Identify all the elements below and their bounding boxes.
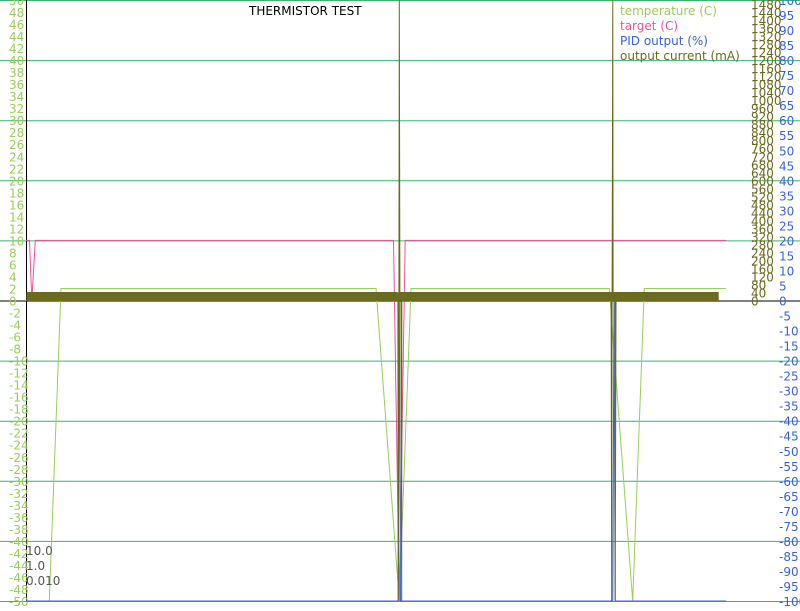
pid-tick-label: 10 — [779, 264, 794, 278]
pid-tick-label: -15 — [779, 340, 799, 354]
pid-tick-label: 75 — [779, 69, 794, 83]
chart: 5048464442403836343230282624222018161412… — [0, 0, 800, 609]
pid-axis-ticks: 1009590858075706560555045403530252015105… — [779, 0, 800, 609]
temperature-tick-label: -50 — [9, 595, 29, 609]
plot-area — [26, 0, 726, 602]
pid-tick-label: -40 — [779, 415, 799, 429]
series-line — [26, 288, 726, 602]
pid-tick-label: -75 — [779, 520, 799, 534]
pid-tick-label: -45 — [779, 430, 799, 444]
pid-tick-label: -90 — [779, 565, 799, 579]
pid-tick-label: 40 — [779, 174, 794, 188]
pid-tick-label: -100 — [779, 595, 800, 609]
current-axis-ticks: 1480144014001360132012801240120011601120… — [751, 0, 782, 309]
pid-tick-label: -35 — [779, 400, 799, 414]
pid-tick-label: 20 — [779, 234, 794, 248]
legend-item-pid: PID output (%) — [620, 34, 708, 48]
pid-tick-label: -55 — [779, 460, 799, 474]
pid-tick-label: -80 — [779, 535, 799, 549]
pid-tick-label: 55 — [779, 129, 794, 143]
pid-tick-label: 100 — [779, 0, 800, 8]
pid-tick-label: 95 — [779, 9, 794, 23]
pid-tick-label: -10 — [779, 325, 799, 339]
pid-tick-label: 25 — [779, 219, 794, 233]
pid-tick-label: 70 — [779, 84, 794, 98]
pid-tick-label: -95 — [779, 580, 799, 594]
pid-tick-label: 85 — [779, 39, 794, 53]
pid-tick-label: -5 — [779, 310, 791, 324]
gain-p: 10.0 — [26, 544, 53, 558]
gain-i: 1.0 — [26, 559, 46, 573]
temperature-axis-ticks: 5048464442403836343230282624222018161412… — [9, 0, 29, 609]
pid-tick-label: -30 — [779, 385, 799, 399]
pid-tick-label: 30 — [779, 204, 794, 218]
legend-item-current: output current (mA) — [620, 49, 740, 63]
pid-tick-label: 15 — [779, 249, 794, 263]
legend-item-temperature: temperature (C) — [620, 4, 717, 18]
pid-tick-label: -50 — [779, 445, 799, 459]
legend: temperature (C) target (C) PID output (%… — [620, 4, 740, 64]
pid-tick-label: 80 — [779, 54, 794, 68]
pid-tick-label: -60 — [779, 475, 799, 489]
legend-item-target: target (C) — [620, 19, 679, 33]
pid-tick-label: -25 — [779, 370, 799, 384]
gain-d: 0.010 — [26, 574, 61, 588]
pid-tick-label: 90 — [779, 24, 794, 38]
pid-tick-label: 35 — [779, 189, 794, 203]
pid-tick-label: 65 — [779, 99, 794, 113]
series-line — [26, 0, 720, 602]
pid-tick-label: 45 — [779, 159, 794, 173]
pid-tick-label: -85 — [779, 550, 799, 564]
pid-tick-label: 5 — [779, 279, 787, 293]
current-tick-label: 0 — [751, 295, 759, 309]
pid-tick-label: 0 — [779, 295, 787, 309]
pid-tick-label: -70 — [779, 505, 799, 519]
pid-tick-label: 50 — [779, 144, 794, 158]
pid-tick-label: -20 — [779, 355, 799, 369]
chart-title: THERMISTOR TEST — [249, 4, 362, 18]
pid-tick-label: -65 — [779, 490, 799, 504]
pid-tick-label: 60 — [779, 114, 794, 128]
gain-readout: 10.0 1.0 0.010 — [26, 544, 60, 589]
